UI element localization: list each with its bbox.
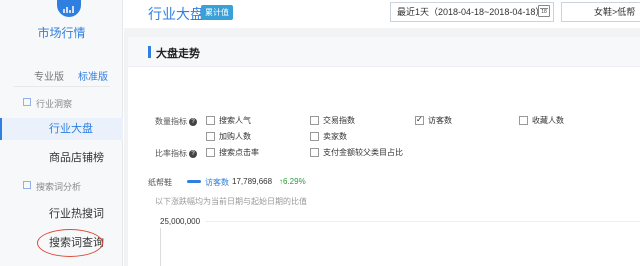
category-selector[interactable]: 女鞋>低帮 [561,2,640,22]
sidebar-item-hot-search-words[interactable]: 行业热搜词 [0,203,123,225]
help-icon[interactable]: ? [189,149,197,158]
section-search-analysis: 搜索词分析 [23,180,82,193]
section-industry-insight: 行业洞察 [23,97,73,110]
grid-icon [23,181,31,189]
legend-series-name[interactable]: 访客数 [205,177,229,188]
legend-change: ↑6.29% [279,177,306,186]
calendar-icon[interactable]: 18 [538,5,550,17]
legend-category: 纸帮鞋 [148,178,172,187]
checkbox-trade-index[interactable] [310,116,319,125]
grid-icon [23,98,31,106]
option-search-popularity[interactable]: 搜索人气 [219,116,251,126]
checkbox-search-popularity[interactable] [206,116,215,125]
help-icon[interactable]: ? [189,117,197,126]
option-add-to-cart[interactable]: 加购人数 [219,132,251,142]
section-label: 行业洞察 [36,99,73,109]
y-axis-line [160,228,161,266]
option-visitors[interactable]: 访客数 [428,116,452,126]
ratio-label: 比率指标? [155,148,197,159]
panel-header [128,37,640,67]
grid-line [205,221,640,222]
cumulative-badge: 累计值 [201,5,233,20]
sidebar-item-product-shop-rank[interactable]: 商品店铺榜 [0,147,123,169]
version-std-tab[interactable]: 标准版 [78,68,108,83]
page-title: 行业大盘 [148,6,204,22]
checkbox-add-to-cart[interactable] [206,132,215,141]
app-name: 市场行情 [37,26,86,40]
date-range-picker[interactable]: 最近1天（2018-04-18~2018-04-18） [390,2,554,22]
checkbox-visitors[interactable] [415,115,424,125]
y-axis-tick: 25,000,000 [160,217,201,226]
title-marker [148,46,151,58]
option-favorites[interactable]: 收藏人数 [532,116,564,126]
legend-series-value: 17,789,668 [232,177,273,186]
option-payment-share[interactable]: 支付金额较父类目占比 [323,148,403,158]
metric-label-text: 数量指标 [155,117,187,126]
sidebar: 市场行情 专业版 标准版 行业洞察 行业大盘 商品店铺榜 搜索词分析 行业热搜词… [0,0,123,266]
category-text: 女鞋>低帮 [594,7,636,17]
calendar-day: 18 [541,9,547,15]
option-search-ctr[interactable]: 搜索点击率 [219,148,259,158]
section-label: 搜索词分析 [36,182,82,192]
checkbox-payment-share[interactable] [310,148,319,157]
panel-title: 大盘走势 [156,48,200,60]
date-range-text: 最近1天（2018-04-18~2018-04-18） [397,7,545,17]
sidebar-item-industry-overview[interactable]: 行业大盘 [0,118,123,140]
highlight-circle [37,229,103,257]
checkbox-sellers[interactable] [310,132,319,141]
option-trade-index[interactable]: 交易指数 [323,116,355,126]
ratio-label-text: 比率指标 [155,149,187,158]
series-line-swatch [187,180,201,183]
chart-note: 以下涨跌幅均为当前日期与起始日期的比值 [155,197,307,206]
divider [14,86,110,87]
checkbox-search-ctr[interactable] [206,148,215,157]
version-pro-tab[interactable]: 专业版 [34,68,64,83]
option-sellers[interactable]: 卖家数 [323,132,347,142]
legend-change-value: 6.29% [283,177,306,186]
checkbox-favorites[interactable] [519,116,528,125]
market-logo-icon [57,0,81,17]
metric-label: 数量指标? [155,116,197,127]
